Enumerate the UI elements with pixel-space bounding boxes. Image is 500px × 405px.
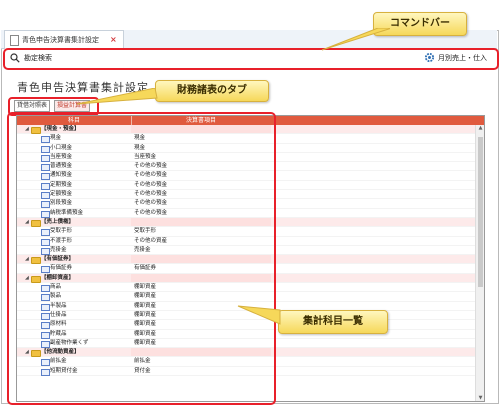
callout-summary-list: 集計科目一覧 [278,310,388,334]
vertical-scrollbar[interactable]: ▲ ▼ [475,125,484,401]
scrollbar-thumb[interactable] [478,137,483,287]
callout-fs-tabs-pointer [76,88,158,105]
scroll-down-icon[interactable]: ▼ [476,395,484,401]
document-tab[interactable]: 青色申告決算書集計設定 × [4,30,124,49]
document-tab-title: 青色申告決算書集計設定 [22,36,99,44]
close-icon[interactable]: × [110,31,117,49]
grid-highlight [7,112,276,405]
callout-fs-tabs: 財務諸表のタブ [155,80,269,102]
callout-command-bar-pointer [321,28,390,51]
callout-summary-list-pointer [237,305,281,325]
command-bar-highlight [3,48,499,70]
document-icon [10,35,19,46]
scroll-up-icon[interactable]: ▲ [476,125,484,131]
